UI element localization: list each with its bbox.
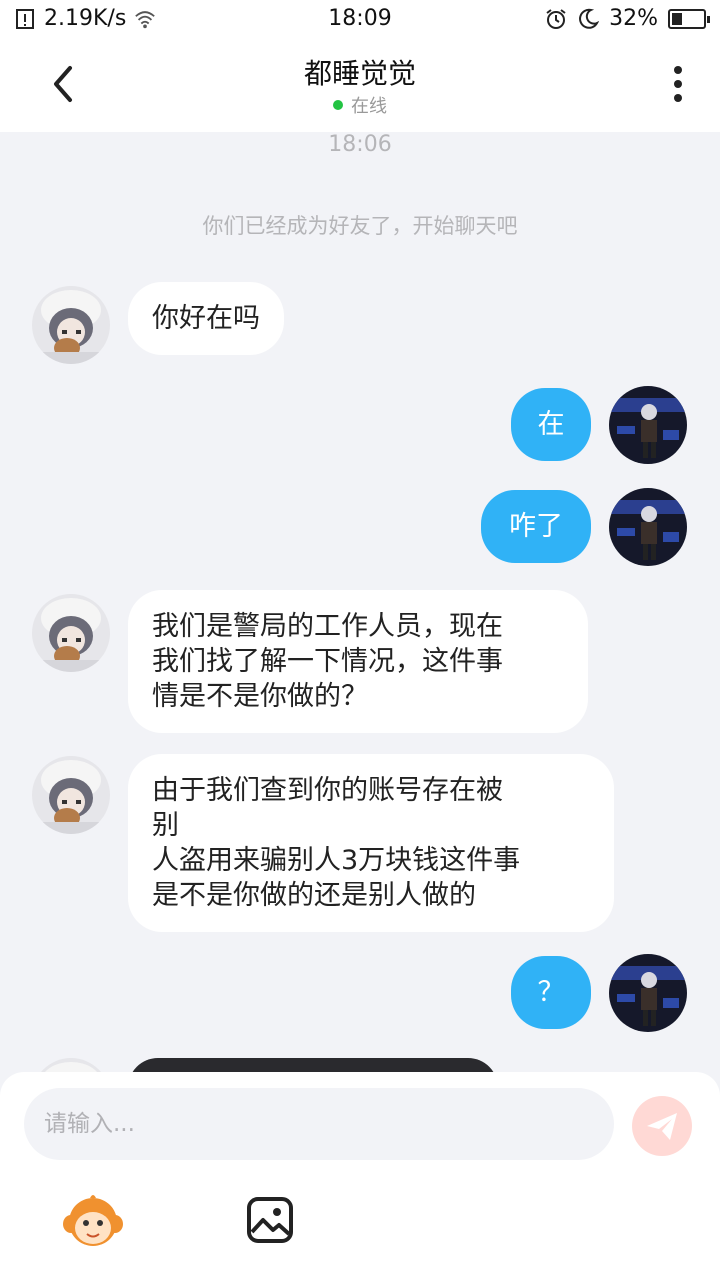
message-input[interactable] <box>24 1088 614 1160</box>
chat-header: 都睡觉觉 在线 <box>0 40 720 132</box>
message-bubble-incoming[interactable]: 由于我们查到你的账号存在被 别 人盗用来骗别人3万块钱这件事 是不是你做的还是别… <box>128 754 614 932</box>
message-bubble-outgoing[interactable]: ？ <box>511 956 591 1029</box>
contact-avatar[interactable] <box>32 594 110 672</box>
send-icon <box>647 1113 677 1140</box>
input-bar <box>0 1072 720 1280</box>
message-bubble-outgoing[interactable]: 在 <box>511 388 591 461</box>
my-avatar[interactable] <box>609 386 687 464</box>
image-button[interactable] <box>246 1196 294 1244</box>
message-bubble-outgoing[interactable]: 咋了 <box>481 490 591 563</box>
alarm-icon <box>546 8 566 29</box>
battery-icon <box>668 8 710 29</box>
online-status-label: 在线 <box>351 96 387 117</box>
my-avatar[interactable] <box>609 954 687 1032</box>
battery-percent: 32% <box>609 6 658 31</box>
message-bubble-incoming[interactable] <box>128 1058 498 1072</box>
contact-name: 都睡觉觉 <box>303 57 416 90</box>
send-button[interactable] <box>632 1096 692 1156</box>
online-status: 在线 <box>0 92 720 118</box>
message-bubble-incoming[interactable]: 你好在吗 <box>128 282 284 355</box>
contact-avatar[interactable] <box>32 286 110 364</box>
message-bubble-incoming[interactable]: 我们是警局的工作人员，现在 我们找了解一下情况，这件事 情是不是你做的？ <box>128 590 588 733</box>
system-message: 你们已经成为好友了，开始聊天吧 <box>202 214 518 238</box>
chat-area[interactable]: 18:06 你们已经成为好友了，开始聊天吧 你好在吗 在 咋了 我们是警局的工作… <box>0 132 720 1072</box>
chat-timestamp: 18:06 <box>328 132 392 157</box>
status-bar: 2.19K/s 18:09 32% <box>0 0 720 40</box>
online-dot-icon <box>333 100 343 110</box>
more-options-icon[interactable] <box>666 64 690 104</box>
image-icon <box>247 1197 293 1243</box>
my-avatar[interactable] <box>609 488 687 566</box>
emoji-monkey-icon <box>63 1195 123 1246</box>
emoji-button[interactable] <box>62 1190 124 1252</box>
contact-avatar[interactable] <box>32 756 110 834</box>
contact-avatar[interactable] <box>32 1058 110 1072</box>
moon-icon <box>579 8 600 29</box>
